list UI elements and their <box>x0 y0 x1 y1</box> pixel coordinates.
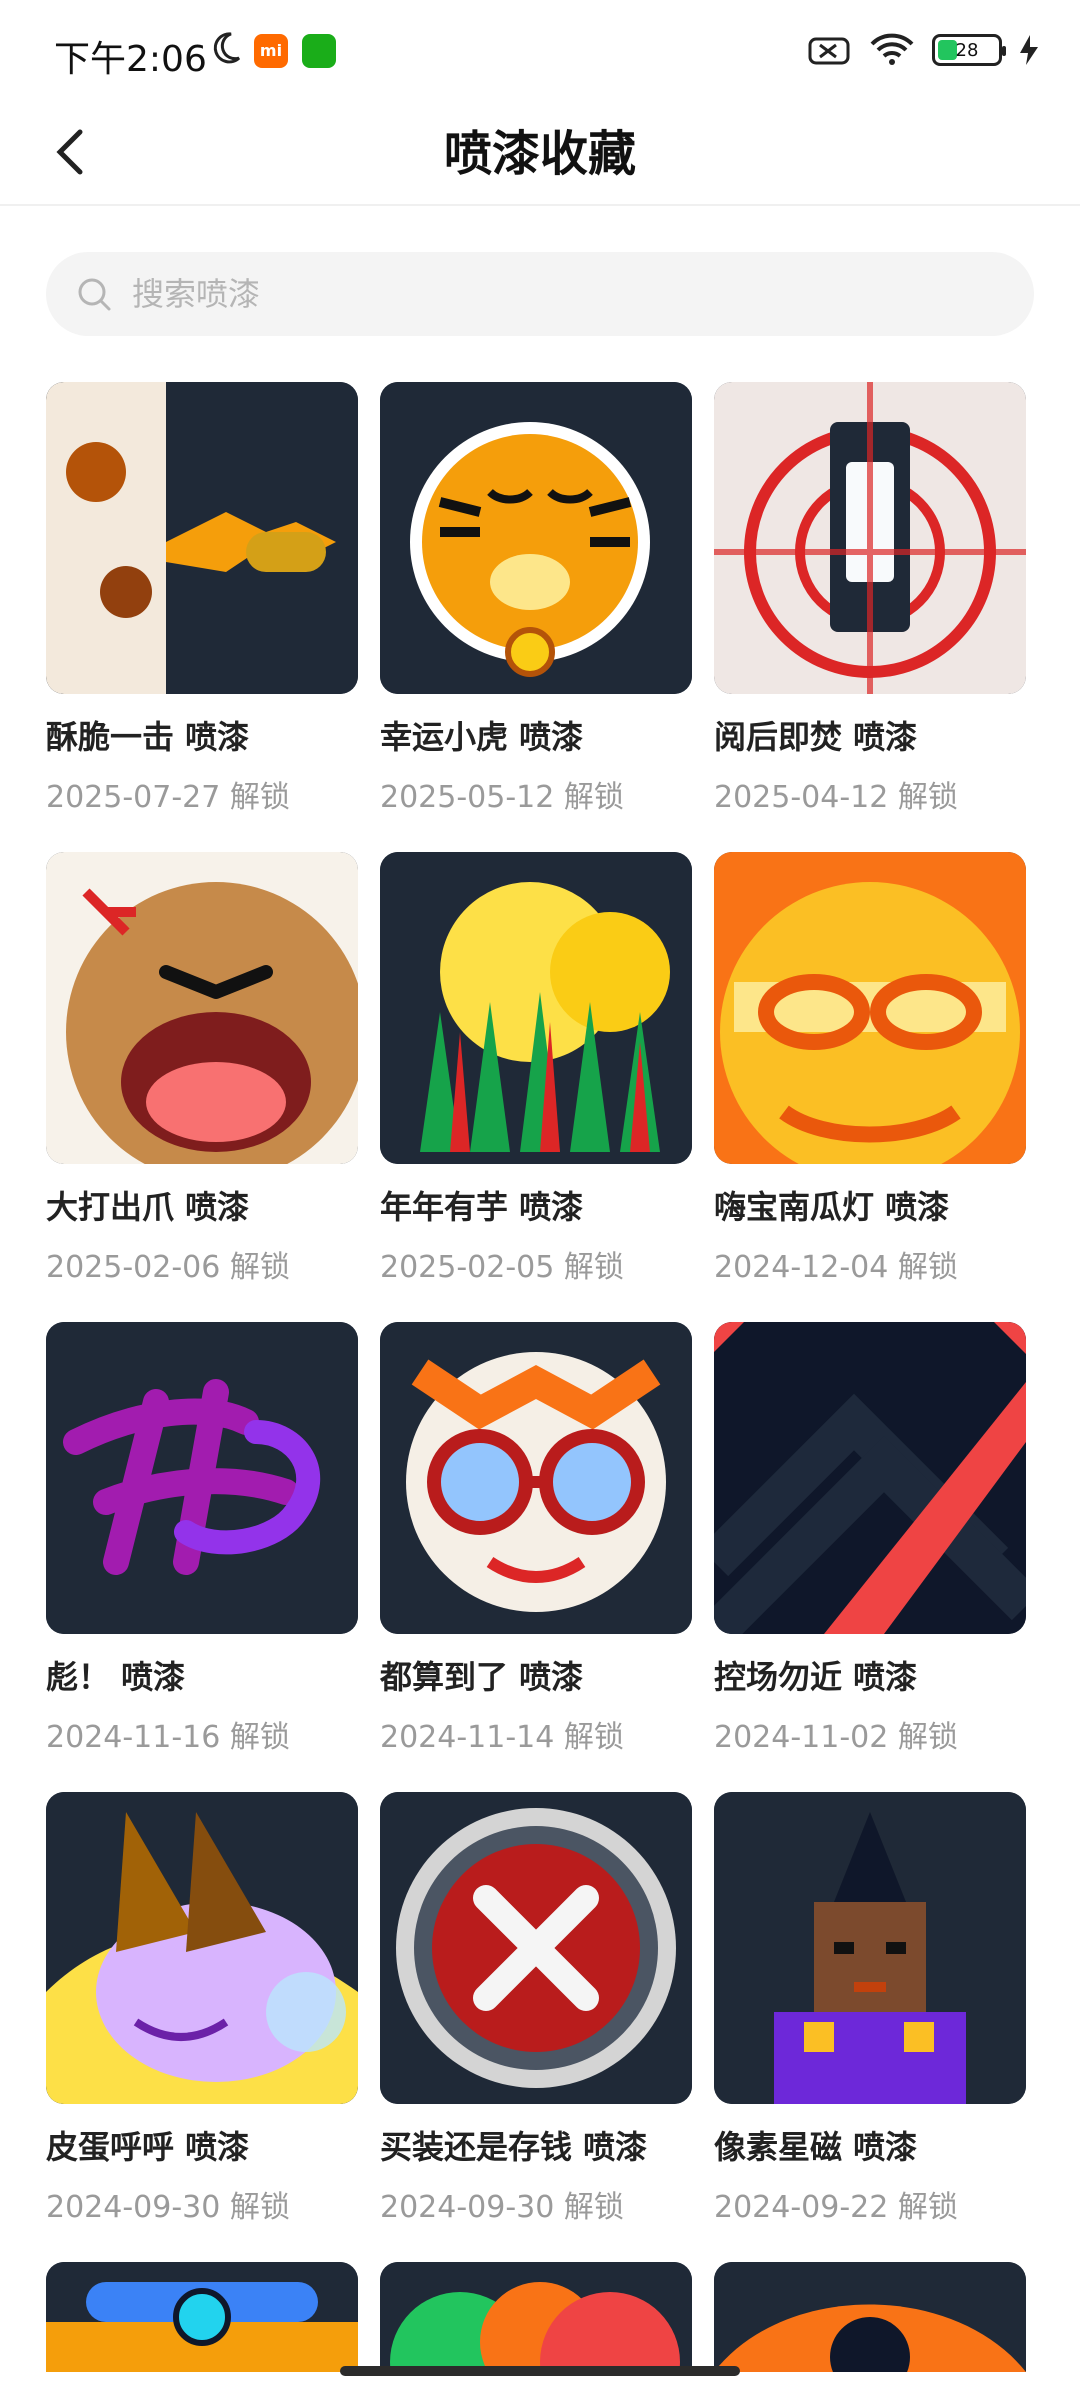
spray-thumbnail <box>714 2262 1026 2372</box>
status-right: 28 <box>808 30 1040 70</box>
spray-name: 年年有芋 喷漆 <box>380 1188 584 1226</box>
spray-thumbnail <box>380 382 692 694</box>
spray-card-partial[interactable] <box>46 2262 358 2372</box>
status-bar: 下午2:06 mi 28 <box>0 0 1080 100</box>
spray-card[interactable]: 酥脆一击 喷漆 2025-07-27 解锁 <box>46 382 358 852</box>
spray-thumbnail <box>46 382 358 694</box>
search-input[interactable] <box>130 274 994 314</box>
spray-thumbnail <box>46 852 358 1164</box>
spray-card[interactable]: 年年有芋 喷漆 2025-02-05 解锁 <box>380 852 692 1322</box>
page-title: 喷漆收藏 <box>443 126 636 182</box>
spray-name: 都算到了 喷漆 <box>380 1658 584 1696</box>
header: 喷漆收藏 <box>0 100 1080 206</box>
spray-card[interactable]: 嗨宝南瓜灯 喷漆 2024-12-04 解锁 <box>714 852 1026 1322</box>
spray-card[interactable]: 阅后即焚 喷漆 2025-04-12 解锁 <box>714 382 1026 852</box>
spray-card[interactable]: 控场勿近 喷漆 2024-11-02 解锁 <box>714 1322 1026 1792</box>
spray-card[interactable]: 大打出爪 喷漆 2025-02-06 解锁 <box>46 852 358 1322</box>
spray-name: 大打出爪 喷漆 <box>46 1188 250 1226</box>
spray-thumbnail <box>380 2262 692 2372</box>
spray-card[interactable]: 幸运小虎 喷漆 2025-05-12 解锁 <box>380 382 692 852</box>
spray-thumbnail <box>380 852 692 1164</box>
spray-date: 2024-11-16 解锁 <box>46 1720 290 1755</box>
spray-thumbnail <box>46 1792 358 2104</box>
spray-name: 买装还是存钱 喷漆 <box>380 2128 648 2166</box>
spray-thumbnail <box>46 1322 358 1634</box>
spray-date: 2025-02-06 解锁 <box>46 1250 290 1285</box>
spray-card[interactable]: 像素星磁 喷漆 2024-09-22 解锁 <box>714 1792 1026 2262</box>
spray-card-partial[interactable] <box>380 2262 692 2372</box>
spray-date: 2025-04-12 解锁 <box>714 780 958 815</box>
spray-thumbnail <box>714 1322 1026 1634</box>
spray-grid: 酥脆一击 喷漆 2025-07-27 解锁 幸运小虎 喷漆 2025-05-12… <box>46 382 1034 2372</box>
search-icon <box>78 278 111 311</box>
spray-thumbnail <box>46 2262 358 2372</box>
spray-name: 皮蛋呼呼 喷漆 <box>46 2128 250 2166</box>
spray-thumbnail <box>714 1792 1026 2104</box>
battery-indicator: 28 <box>932 34 1006 66</box>
spray-thumbnail <box>380 1792 692 2104</box>
spray-card[interactable]: 都算到了 喷漆 2024-11-14 解锁 <box>380 1322 692 1792</box>
spray-date: 2024-09-30 解锁 <box>46 2190 290 2225</box>
battery-fill <box>938 40 958 60</box>
search-bar[interactable] <box>46 252 1034 336</box>
spray-name: 嗨宝南瓜灯 喷漆 <box>714 1188 950 1226</box>
spray-name: 酥脆一击 喷漆 <box>46 718 250 756</box>
spray-date: 2025-02-05 解锁 <box>380 1250 624 1285</box>
wechat-icon <box>302 34 336 68</box>
spray-name: 控场勿近 喷漆 <box>714 1658 918 1696</box>
spray-name: 彪！ 喷漆 <box>46 1658 186 1696</box>
charging-icon <box>1020 35 1038 65</box>
home-indicator[interactable] <box>340 2366 740 2376</box>
spray-date: 2024-11-14 解锁 <box>380 1720 624 1755</box>
spray-date: 2024-09-22 解锁 <box>714 2190 958 2225</box>
moon-icon <box>213 32 241 64</box>
spray-thumbnail <box>714 852 1026 1164</box>
spray-name: 幸运小虎 喷漆 <box>380 718 584 756</box>
battery-level: 28 <box>955 39 979 61</box>
spray-card[interactable]: 彪！ 喷漆 2024-11-16 解锁 <box>46 1322 358 1792</box>
spray-thumbnail <box>714 382 1026 694</box>
spray-date: 2024-11-02 解锁 <box>714 1720 958 1755</box>
spray-card[interactable]: 皮蛋呼呼 喷漆 2024-09-30 解锁 <box>46 1792 358 2262</box>
spray-date: 2024-12-04 解锁 <box>714 1250 958 1285</box>
spray-card[interactable]: 买装还是存钱 喷漆 2024-09-30 解锁 <box>380 1792 692 2262</box>
spray-name: 阅后即焚 喷漆 <box>714 718 918 756</box>
status-time: 下午2:06 <box>54 39 207 80</box>
spray-date: 2025-05-12 解锁 <box>380 780 624 815</box>
signal-off-icon <box>808 37 850 65</box>
spray-thumbnail <box>380 1322 692 1634</box>
spray-date: 2025-07-27 解锁 <box>46 780 290 815</box>
mi-app-icon: mi <box>254 34 288 68</box>
spray-card-partial[interactable] <box>714 2262 1026 2372</box>
wifi-icon <box>870 33 914 65</box>
spray-date: 2024-09-30 解锁 <box>380 2190 624 2225</box>
spray-name: 像素星磁 喷漆 <box>714 2128 918 2166</box>
